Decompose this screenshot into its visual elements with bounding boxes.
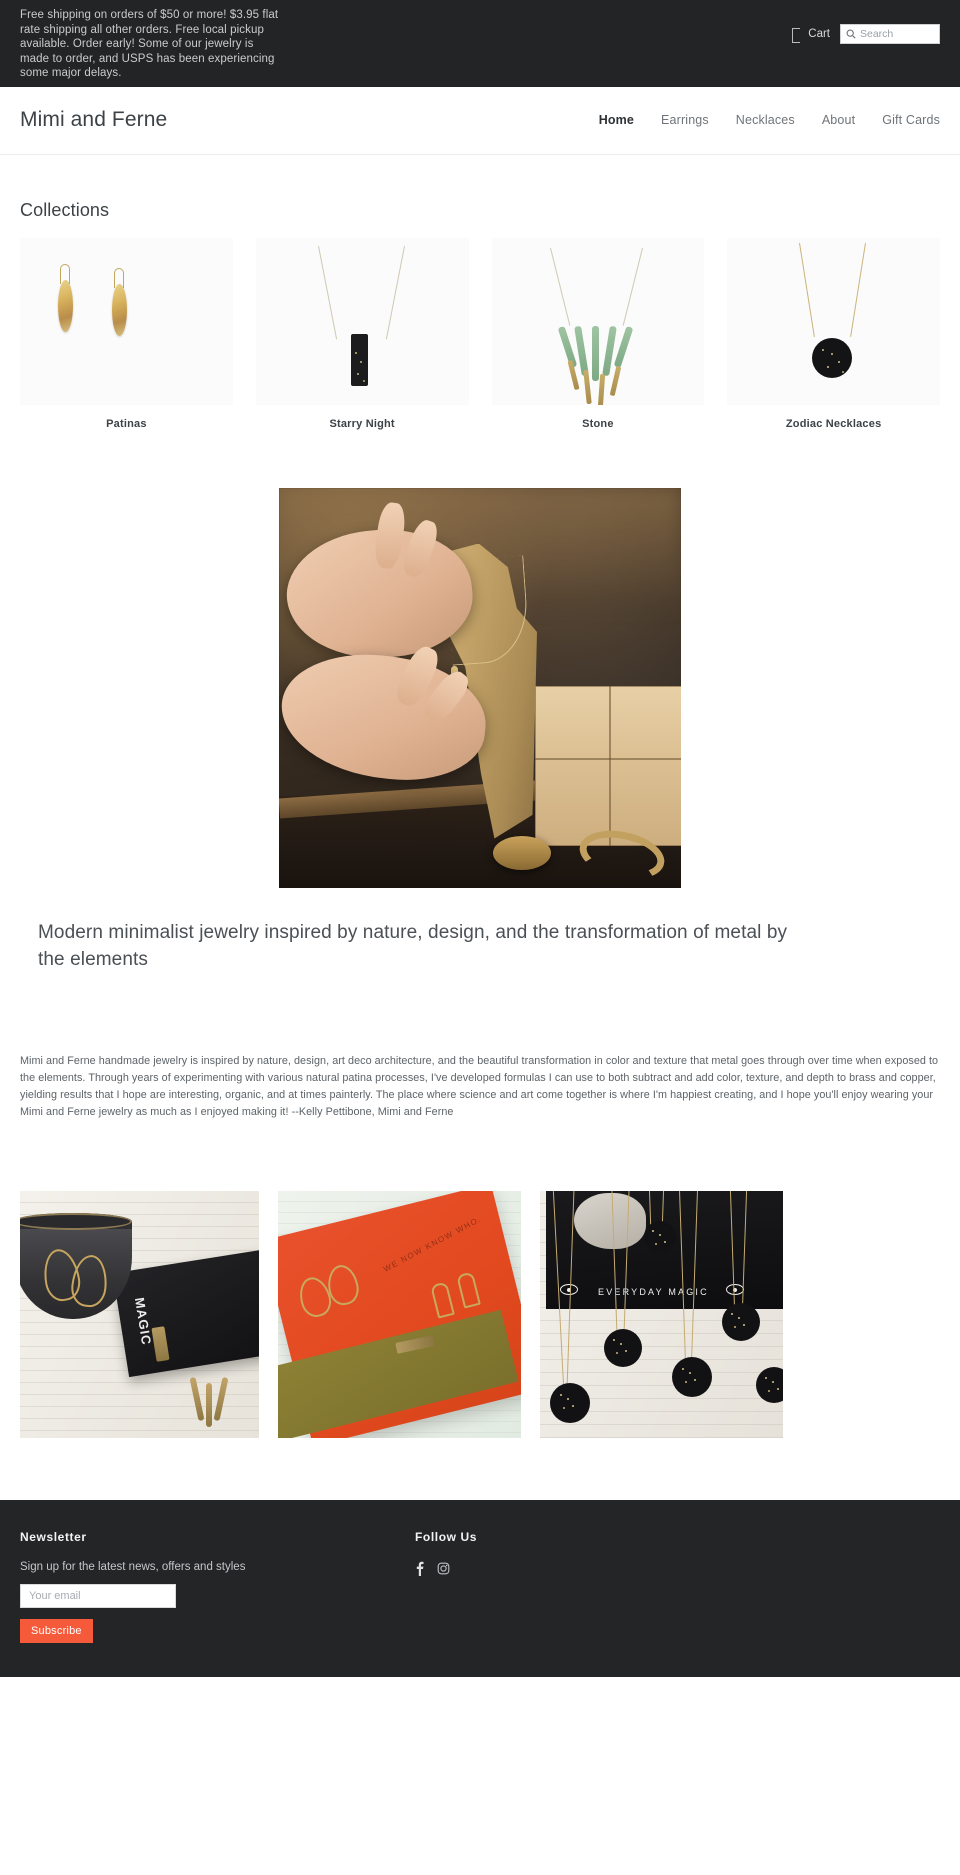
- nav-item-home[interactable]: Home: [599, 113, 634, 127]
- collection-label: Starry Night: [329, 417, 395, 430]
- cart-link[interactable]: Cart: [792, 27, 830, 43]
- page-tagline: Modern minimalist jewelry inspired by na…: [38, 921, 788, 970]
- gallery-1-book-text: MAGIC: [131, 1296, 155, 1347]
- page-content: Collections Patinas Starry Night Stone Z…: [0, 200, 960, 1439]
- gallery-image-1[interactable]: MAGIC: [20, 1191, 259, 1439]
- site-header: Mimi and Ferne Home Earrings Necklaces A…: [0, 87, 960, 155]
- newsletter-heading: Newsletter: [20, 1530, 87, 1545]
- announcement-actions: Cart: [792, 24, 940, 44]
- main-navigation: Home Earrings Necklaces About Gift Cards: [599, 113, 940, 127]
- product-gallery: MAGIC WE NOW KNOW WHO. EVERYDAY MAGIC: [20, 1191, 940, 1439]
- black-bar-necklace-art: [256, 238, 469, 405]
- gallery-2-emboss-text: WE NOW KNOW WHO.: [382, 1214, 484, 1274]
- gallery-image-2[interactable]: WE NOW KNOW WHO.: [278, 1191, 521, 1439]
- collection-card-patinas[interactable]: Patinas: [20, 237, 233, 430]
- collection-card-starry-night[interactable]: Starry Night: [255, 237, 469, 430]
- social-links: [415, 1561, 940, 1577]
- newsletter-section: Newsletter Sign up for the latest news, …: [20, 1530, 415, 1644]
- nav-item-about[interactable]: About: [822, 113, 855, 127]
- instagram-icon[interactable]: [437, 1561, 450, 1576]
- collection-thumb-patinas: [20, 237, 233, 405]
- collection-thumb-zodiac: [727, 237, 940, 405]
- collections-title: Collections: [20, 199, 110, 220]
- nav-item-gift-cards[interactable]: Gift Cards: [882, 113, 940, 127]
- search-input[interactable]: [860, 28, 934, 40]
- search-icon: [846, 29, 856, 39]
- collection-thumb-stone: [491, 237, 705, 405]
- hero-section: [20, 487, 940, 888]
- subscribe-button[interactable]: Subscribe: [20, 1619, 93, 1644]
- collection-label: Patinas: [106, 417, 147, 430]
- shopping-bag-icon: [792, 27, 801, 43]
- email-field[interactable]: [20, 1584, 176, 1609]
- black-constellation-disc-necklace-art: [727, 238, 940, 405]
- collections-grid: Patinas Starry Night Stone Zodiac Neckla…: [20, 237, 940, 430]
- collection-label: Stone: [582, 417, 614, 430]
- green-stone-fringe-necklace-art: [492, 238, 705, 405]
- follow-us-section: Follow Us: [415, 1530, 940, 1643]
- site-brand[interactable]: Mimi and Ferne: [20, 108, 167, 132]
- announcement-text: Free shipping on orders of $50 or more! …: [20, 9, 279, 79]
- collection-thumb-starry-night: [255, 237, 469, 405]
- newsletter-description: Sign up for the latest news, offers and …: [20, 1561, 246, 1574]
- collection-card-zodiac-necklaces[interactable]: Zodiac Necklaces: [727, 237, 940, 430]
- cart-label: Cart: [808, 28, 830, 40]
- site-footer: Newsletter Sign up for the latest news, …: [0, 1500, 960, 1678]
- nav-item-necklaces[interactable]: Necklaces: [736, 113, 795, 127]
- announcement-bar: Free shipping on orders of $50 or more! …: [0, 0, 960, 87]
- about-paragraph: Mimi and Ferne handmade jewelry is inspi…: [20, 1054, 939, 1119]
- gold-patina-earrings-art: [20, 238, 233, 405]
- search-box[interactable]: [840, 24, 940, 44]
- follow-us-heading: Follow Us: [415, 1530, 478, 1545]
- hero-image: [279, 487, 681, 888]
- collection-card-stone[interactable]: Stone: [491, 237, 705, 430]
- nav-item-earrings[interactable]: Earrings: [661, 113, 709, 127]
- facebook-icon[interactable]: [415, 1561, 424, 1577]
- collection-label: Zodiac Necklaces: [785, 417, 882, 430]
- gallery-image-3[interactable]: EVERYDAY MAGIC: [540, 1191, 783, 1439]
